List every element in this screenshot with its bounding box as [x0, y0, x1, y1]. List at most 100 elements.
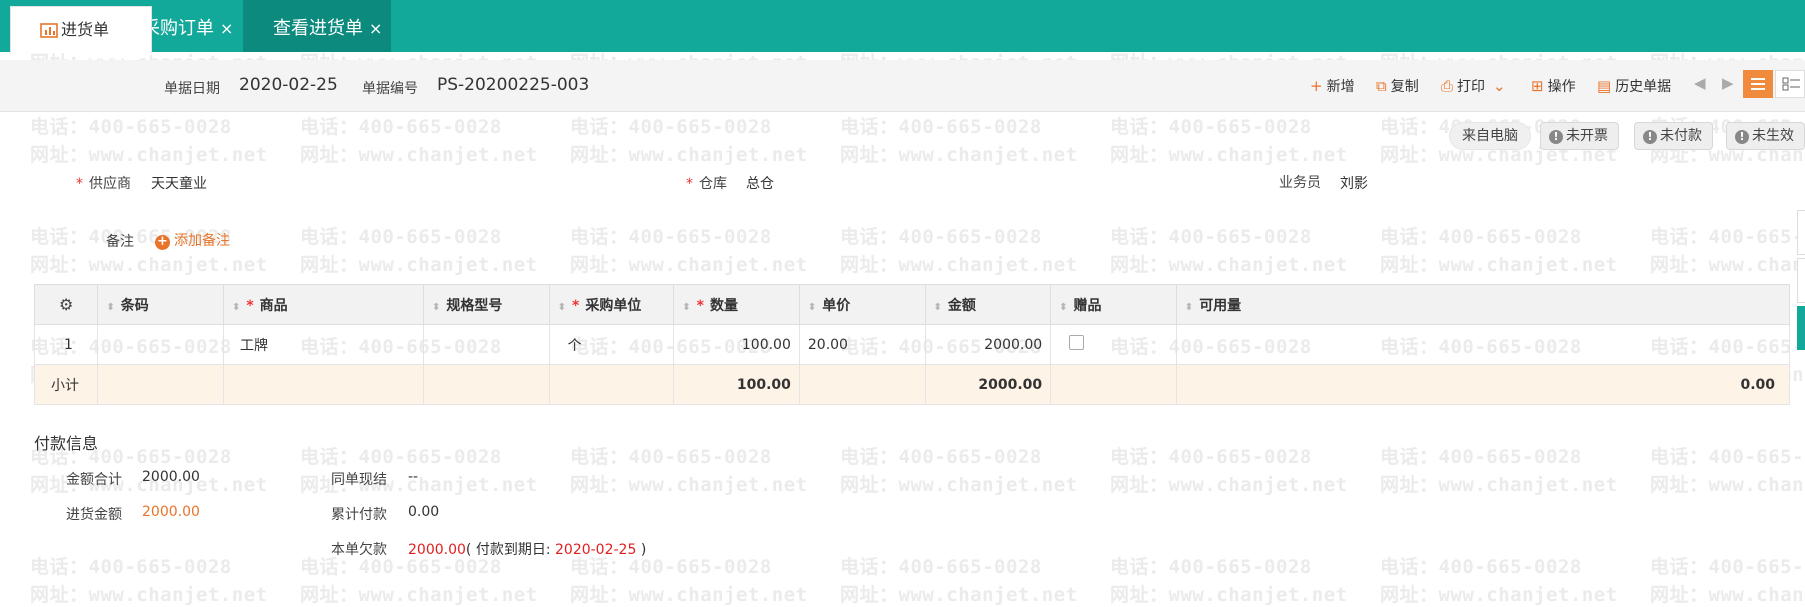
subtotal-qty: 100.00	[673, 364, 800, 405]
cell-barcode[interactable]	[97, 324, 224, 365]
cell-spec[interactable]	[422, 324, 550, 365]
table-row[interactable]: 1 工牌 个 100.00 20.00 2000.00	[33, 324, 1791, 365]
watermark-phone: 电话：400-665-0028	[840, 116, 1042, 138]
col-qty-label: 数量	[709, 297, 738, 314]
add-remark-label: 添加备注	[174, 233, 230, 249]
col-spec-label: 规格型号	[446, 297, 503, 314]
col-product[interactable]: ⬍ * 商品	[222, 284, 424, 325]
side-tab[interactable]	[1797, 258, 1805, 303]
cell-gift[interactable]	[1050, 324, 1177, 365]
salesman-label: 业务员	[1279, 175, 1321, 191]
info-icon: !	[1549, 130, 1563, 144]
subtotal-empty	[97, 364, 224, 405]
subtotal-available: 0.00	[1175, 364, 1791, 405]
due-date: 2020-02-25	[555, 542, 637, 558]
watermark-site: 网址：www.chanjet.net	[1110, 474, 1348, 496]
sort-icon[interactable]: ⬍	[1185, 302, 1193, 313]
info-icon: !	[1735, 130, 1749, 144]
cell-amount[interactable]: 2000.00	[924, 324, 1052, 365]
due-close: )	[636, 542, 647, 558]
product-grid: ⚙ ⬍ 条码 ⬍ * 商品 ⬍ 规格型号 ⬍ * 采购单位 ⬍ * 数量 ⬍ 单价 ⬍ 金额 ⬍ 赠品…	[33, 284, 1791, 405]
close-icon[interactable]: ×	[220, 19, 233, 38]
sort-icon[interactable]: ⬍	[1059, 302, 1067, 313]
watermark-phone: 电话：400-665-0028	[1110, 446, 1312, 468]
cell-qty[interactable]: 100.00	[673, 324, 800, 365]
settle-value: --	[408, 469, 419, 485]
col-gift[interactable]: ⬍ 赠品	[1050, 284, 1177, 325]
paid-value: 0.00	[408, 504, 440, 520]
purchase-amount-label: 进货金额	[66, 507, 122, 523]
supplier-field[interactable]: 天天童业	[151, 173, 207, 193]
required-mark: *	[686, 176, 693, 192]
col-available[interactable]: ⬍ 可用量	[1175, 284, 1791, 325]
list-view-button[interactable]	[1743, 70, 1773, 98]
watermark-phone: 电话：400-665-0028	[1650, 446, 1805, 468]
col-spec[interactable]: ⬍ 规格型号	[422, 284, 550, 325]
watermark-site: 网址：www.chanjet.net	[30, 144, 268, 166]
invoice-status-badge: ! 未开票	[1540, 122, 1619, 150]
watermark-phone: 电话：400-665-0028	[1650, 226, 1805, 248]
col-amount-label: 金额	[947, 297, 976, 314]
print-button[interactable]: ⎙ 打印 ⌄	[1441, 76, 1510, 96]
next-arrow-icon[interactable]: ▶	[1722, 74, 1734, 92]
watermark-site: 网址：www.chanjet.net	[570, 584, 808, 606]
col-unit[interactable]: ⬍ * 采购单位	[548, 284, 675, 325]
watermark-site: 网址：www.chanjet.net	[570, 474, 808, 496]
cell-unit[interactable]: 个	[548, 324, 675, 365]
sort-icon[interactable]: ⬍	[558, 302, 566, 313]
watermark-site: 网址：www.chanjet.net	[1380, 584, 1618, 606]
remark-label: 备注	[106, 234, 134, 250]
plus-circle-icon: +	[155, 235, 170, 250]
sort-icon[interactable]: ⬍	[106, 302, 114, 313]
watermark-site: 网址：www.chanjet.net	[840, 144, 1078, 166]
owed-line: 2000.00( 付款到期日: 2020-02-25 )	[408, 539, 646, 559]
col-barcode[interactable]: ⬍ 条码	[97, 284, 224, 325]
cell-price[interactable]: 20.00	[798, 324, 926, 365]
watermark-site: 网址：www.chanjet.net	[300, 584, 538, 606]
salesman-field[interactable]: 刘影	[1340, 173, 1368, 193]
detail-view-icon	[1782, 77, 1800, 91]
list-view-icon	[1751, 78, 1765, 80]
tab-purchase-receipt[interactable]: 查看进货单 ×	[243, 0, 391, 52]
chart-doc-icon	[40, 23, 58, 38]
new-button[interactable]: + 新增	[1310, 76, 1355, 96]
sort-icon[interactable]: ⬍	[808, 302, 816, 313]
copy-label: 复制	[1390, 79, 1419, 95]
chevron-down-icon[interactable]: ⌄	[1493, 77, 1506, 95]
history-button[interactable]: ▤ 历史单据	[1597, 76, 1671, 96]
col-unit-label: 采购单位	[585, 297, 642, 314]
sort-icon[interactable]: ⬍	[682, 302, 690, 313]
watermark-phone: 电话：400-665-0028	[570, 226, 772, 248]
side-panel-tabs[interactable]	[1797, 210, 1805, 350]
doc-type-tab[interactable]: 进货单	[10, 6, 152, 53]
sort-icon[interactable]: ⬍	[432, 302, 440, 313]
actions-button[interactable]: ⊞ 操作	[1531, 76, 1576, 96]
subtotal-empty	[1050, 364, 1177, 405]
history-label: 历史单据	[1615, 79, 1672, 95]
close-icon[interactable]: ×	[369, 19, 382, 38]
side-tab-active[interactable]	[1797, 306, 1805, 350]
info-icon: !	[1643, 130, 1657, 144]
add-remark-link[interactable]: + 添加备注	[155, 230, 230, 250]
owed-label: 本单欠款	[331, 542, 387, 558]
side-tab[interactable]	[1797, 210, 1805, 255]
watermark-site: 网址：www.chanjet.net	[300, 254, 538, 276]
col-qty[interactable]: ⬍ * 数量	[673, 284, 800, 325]
subtotal-empty	[798, 364, 926, 405]
gift-checkbox[interactable]	[1069, 335, 1085, 350]
cell-product[interactable]: 工牌	[222, 324, 424, 365]
sort-icon[interactable]: ⬍	[934, 302, 942, 313]
gear-icon[interactable]: ⚙	[59, 295, 73, 314]
prev-arrow-icon[interactable]: ◀	[1694, 74, 1706, 92]
col-price[interactable]: ⬍ 单价	[798, 284, 926, 325]
detail-view-button[interactable]	[1775, 70, 1805, 98]
copy-button[interactable]: ⧉ 复制	[1376, 76, 1419, 96]
payment-section-title: 付款信息	[34, 434, 99, 453]
sort-icon[interactable]: ⬍	[232, 302, 240, 313]
column-settings[interactable]: ⚙	[33, 284, 99, 325]
printer-icon: ⎙	[1441, 77, 1454, 95]
col-amount[interactable]: ⬍ 金额	[924, 284, 1052, 325]
watermark-phone: 电话：400-665-0028	[1110, 116, 1312, 138]
required-mark: *	[76, 176, 83, 192]
warehouse-field[interactable]: 总仓	[746, 173, 774, 193]
